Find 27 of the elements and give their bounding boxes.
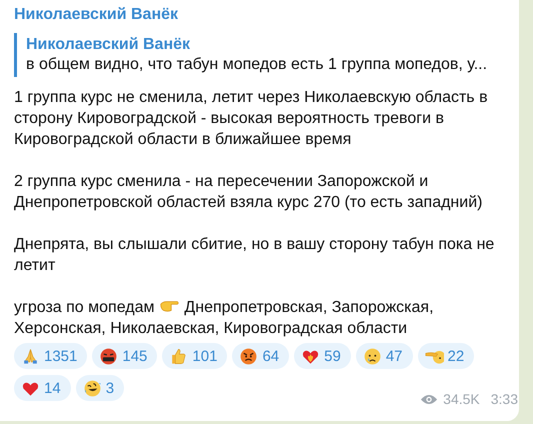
message-text: Днепрята, вы слышали сбитие, но в вашу сторону табун пока не летит <box>14 235 496 276</box>
reaction-button[interactable]: 14 <box>14 375 71 401</box>
channel-name[interactable]: Николаевский Ванёк <box>14 5 178 25</box>
eye-icon <box>420 392 438 406</box>
message-text: 2 группа курс сменила - на пересечении Запорожской и Днепропетровской областей взяла курс 270 (то есть западний) <box>14 172 484 213</box>
reaction-button[interactable]: 64 <box>232 343 290 369</box>
angry-face-icon <box>239 346 258 366</box>
praying-hands-icon <box>21 346 40 366</box>
reaction-button[interactable]: 101 <box>162 343 228 369</box>
reply-quote[interactable]: Николаевский Ванёк в общем видно, что табун мопедов есть 1 группа мопедов, у... <box>14 33 509 77</box>
reply-text: в общем видно, что табун мопедов есть 1 группа мопедов, у... <box>26 55 488 75</box>
message-text: угроза по мопедам Днепропетровская, Запорожская, Херсонская, Николаевская, Кировоградская области <box>14 298 435 339</box>
reaction-button[interactable]: 3 <box>76 375 124 401</box>
reaction-button[interactable]: 59 <box>294 343 351 369</box>
laughing-face-icon <box>82 378 102 398</box>
message-time: 3:33 <box>490 391 518 407</box>
view-count: 34.5K <box>443 391 480 407</box>
reply-author: Николаевский Ванёк <box>26 35 190 55</box>
pointing-hand-icon <box>158 299 180 313</box>
cursing-face-icon <box>99 346 118 366</box>
crying-face-icon <box>362 346 382 366</box>
message-text: 1 группа курс не сменила, летит через Николаевскую область в сторону Кировоградской - высокая вероятность тревоги в Кировоградской области в ближайшее время <box>14 88 489 150</box>
reaction-button[interactable]: 145 <box>92 343 158 369</box>
thumbs-up-icon <box>169 346 188 366</box>
reaction-button[interactable]: 22 <box>418 343 474 369</box>
reaction-button[interactable]: 47 <box>356 343 412 369</box>
reaction-button[interactable]: 1351 <box>14 343 88 369</box>
